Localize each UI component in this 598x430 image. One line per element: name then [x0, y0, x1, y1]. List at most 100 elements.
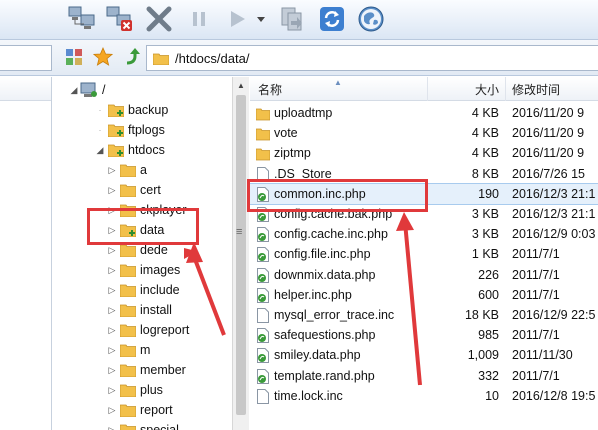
- folder-icon: [256, 108, 270, 121]
- transfer-icon[interactable]: [276, 4, 308, 34]
- tree-item-a[interactable]: ▷ a: [106, 160, 147, 180]
- tree-item-htdocs[interactable]: ◢ htdocs: [94, 140, 165, 160]
- remote-file-list[interactable]: 名称 ▲ 大小 修改时间 uploadtmp 4 KB 2016/11/20 9 vo…: [250, 77, 598, 430]
- remote-path-field[interactable]: /htdocs/data/: [146, 45, 598, 71]
- expand-arrow-icon[interactable]: ▷: [106, 345, 118, 356]
- tree-item-label: htdocs: [128, 143, 165, 157]
- tree-item-report[interactable]: ▷ report: [106, 400, 173, 420]
- php-file-icon: [257, 186, 269, 202]
- file-row[interactable]: mysql_error_trace.inc 18 KB 2016/12/9 22:5: [250, 305, 598, 325]
- column-header-size[interactable]: 大小: [428, 77, 506, 101]
- play-icon[interactable]: [221, 4, 253, 34]
- file-row[interactable]: config.file.inc.php 1 KB 2011/7/1: [250, 244, 598, 264]
- tree-item-backup[interactable]: · backup: [94, 100, 168, 120]
- column-header-size-label: 大小: [474, 82, 499, 97]
- pane-splitter-icon[interactable]: ≡: [236, 226, 242, 238]
- file-modified: 2016/12/9 0:03: [512, 227, 596, 242]
- local-path-field[interactable]: [0, 45, 52, 71]
- expand-arrow-icon[interactable]: ▷: [106, 385, 118, 396]
- tree-item-data[interactable]: ▷ data: [106, 220, 164, 240]
- expand-arrow-icon[interactable]: ▷: [106, 165, 118, 176]
- expand-arrow-icon[interactable]: ▷: [106, 365, 118, 376]
- tree-item-cert[interactable]: ▷ cert: [106, 180, 161, 200]
- expand-arrow-icon[interactable]: ◢: [68, 85, 80, 96]
- cancel-icon[interactable]: [143, 4, 175, 34]
- expand-arrow-icon[interactable]: ▷: [106, 225, 118, 236]
- file-row[interactable]: downmix.data.php 226 2011/7/1: [250, 265, 598, 285]
- file-row[interactable]: config.cache.bak.php 3 KB 2016/12/3 21:1: [250, 204, 598, 224]
- expand-arrow-icon[interactable]: ▷: [106, 185, 118, 196]
- tree-item-images[interactable]: ▷ images: [106, 260, 180, 280]
- refresh-icon[interactable]: [316, 4, 348, 34]
- file-row[interactable]: vote 4 KB 2016/11/20 9: [250, 123, 598, 143]
- tree-item-dede[interactable]: ▷ dede: [106, 240, 168, 260]
- local-file-pane[interactable]: [0, 77, 52, 430]
- file-row[interactable]: time.lock.inc 10 2016/12/8 19:5: [250, 386, 598, 406]
- expand-arrow-icon[interactable]: ▷: [106, 305, 118, 316]
- column-header-modified[interactable]: 修改时间: [506, 77, 598, 101]
- expand-arrow-icon[interactable]: ◢: [94, 145, 106, 156]
- expand-arrow-icon[interactable]: ▷: [106, 245, 118, 256]
- toolbar: [0, 0, 598, 40]
- tree-item-m[interactable]: ▷ m: [106, 340, 150, 360]
- tree-item-logreport[interactable]: ▷ logreport: [106, 320, 189, 340]
- file-row[interactable]: common.inc.php 190 2016/12/3 21:1: [250, 182, 598, 205]
- tree-item-label: data: [140, 223, 165, 237]
- expand-arrow-icon[interactable]: ▷: [106, 425, 118, 430]
- expand-arrow-icon[interactable]: ▷: [106, 265, 118, 276]
- server-icon: [80, 82, 97, 97]
- column-header-name[interactable]: 名称 ▲: [250, 77, 428, 101]
- column-header-modified-label: 修改时间: [512, 82, 561, 97]
- tree-item-label: backup: [128, 103, 169, 117]
- tree-item-install[interactable]: ▷ install: [106, 300, 172, 320]
- file-row[interactable]: ziptmp 4 KB 2016/11/20 9: [250, 143, 598, 163]
- file-name: ziptmp: [274, 146, 311, 161]
- site-manager-icon[interactable]: [62, 45, 86, 69]
- expand-arrow-icon[interactable]: ▷: [106, 405, 118, 416]
- folder-icon: [120, 244, 136, 257]
- local-pane-header: [0, 77, 51, 101]
- connect-icon[interactable]: [66, 4, 98, 34]
- tree-item-plus[interactable]: ▷ plus: [106, 380, 163, 400]
- tree-item-ckplayer[interactable]: ▷ ckplayer: [106, 200, 187, 220]
- file-row[interactable]: uploadtmp 4 KB 2016/11/20 9: [250, 103, 598, 123]
- tree-item-ftplogs[interactable]: · ftplogs: [94, 120, 165, 140]
- php-file-icon: [257, 207, 269, 222]
- globe-icon[interactable]: [355, 4, 387, 34]
- disconnect-icon[interactable]: [104, 4, 136, 34]
- scroll-up-icon[interactable]: ▲: [233, 77, 249, 94]
- tree-connector: ·: [98, 125, 102, 135]
- expand-arrow-icon[interactable]: ▷: [106, 325, 118, 336]
- file-name: template.rand.php: [274, 368, 375, 383]
- file-size: 8 KB: [471, 166, 499, 181]
- pause-icon[interactable]: [183, 4, 215, 34]
- bookmark-star-icon[interactable]: [91, 45, 115, 69]
- expand-arrow-icon[interactable]: ▷: [106, 205, 118, 216]
- parent-directory-icon[interactable]: [119, 45, 143, 69]
- tree-item-root[interactable]: ◢ /: [68, 80, 105, 100]
- file-row[interactable]: helper.inc.php 600 2011/7/1: [250, 285, 598, 305]
- file-size: 3 KB: [471, 227, 499, 242]
- file-row[interactable]: smiley.data.php 1,009 2011/11/30: [250, 345, 598, 365]
- expand-arrow-icon[interactable]: ▷: [106, 285, 118, 296]
- file-modified: 2016/12/9 22:5: [512, 308, 596, 322]
- file-name: downmix.data.php: [274, 267, 376, 282]
- tree-scrollbar[interactable]: ▲: [232, 77, 249, 430]
- scrollbar-thumb[interactable]: [236, 95, 246, 415]
- file-name: smiley.data.php: [274, 348, 361, 363]
- file-row[interactable]: safequestions.php 985 2011/7/1: [250, 325, 598, 345]
- file-row[interactable]: .DS_Store 8 KB 2016/7/26 15: [250, 164, 598, 184]
- tree-item-label: special: [140, 423, 179, 430]
- dropdown-arrow-icon[interactable]: [252, 4, 270, 34]
- remote-directory-tree[interactable]: ◢ / · backup · ftplogs ◢ htdocs ▷ a ▷ cert ▷ ckplay…: [60, 77, 232, 430]
- file-name: mysql_error_trace.inc: [274, 308, 395, 322]
- tree-item-member[interactable]: ▷ member: [106, 360, 186, 380]
- tree-item-include[interactable]: ▷ include: [106, 280, 180, 300]
- file-row[interactable]: config.cache.inc.php 3 KB 2016/12/9 0:03: [250, 224, 598, 244]
- folder-icon: [120, 184, 136, 197]
- tree-item-special[interactable]: ▷ special: [106, 420, 179, 430]
- folder-icon: [120, 224, 136, 237]
- folder-icon: [120, 324, 136, 337]
- file-row[interactable]: template.rand.php 332 2011/7/1: [250, 366, 598, 386]
- file-modified: 2016/12/8 19:5: [512, 388, 596, 403]
